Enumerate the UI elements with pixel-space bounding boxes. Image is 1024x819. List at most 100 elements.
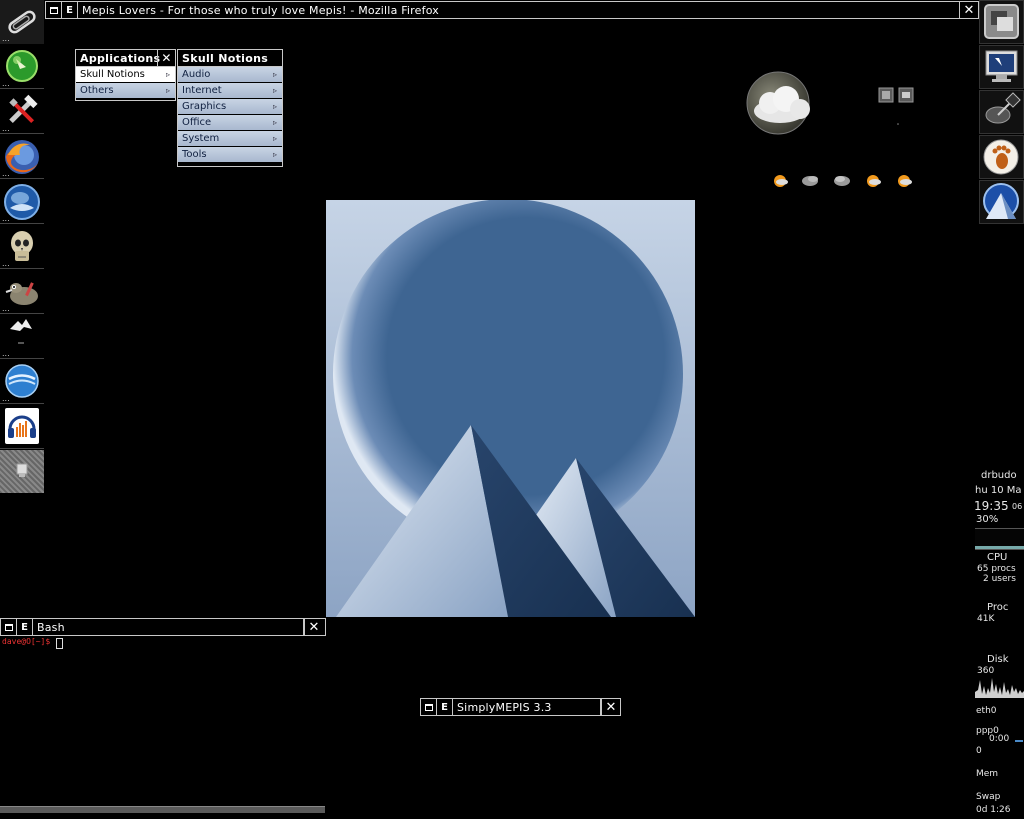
simplymepis-titlebar[interactable]: E SimplyMEPIS 3.3 ✕	[420, 698, 621, 716]
menu-item-tools[interactable]: Tools ▹	[178, 147, 282, 163]
submenu-arrow-icon: ▹	[272, 70, 277, 79]
dock-monitor[interactable]	[979, 45, 1024, 89]
dock-dots: ...	[2, 214, 10, 223]
window-menu-button[interactable]: E	[62, 2, 78, 18]
close-menu-button[interactable]: ✕	[157, 50, 175, 66]
bottom-scrollbar[interactable]	[0, 806, 325, 813]
dock-bird[interactable]: ...	[0, 315, 44, 359]
dock-dots: ...	[2, 304, 10, 313]
weather-mini-buttons[interactable]	[878, 87, 914, 103]
dock-dots: ...	[2, 124, 10, 133]
menu-item-graphics[interactable]: Graphics ▹	[178, 99, 282, 115]
dock-workspace[interactable]	[979, 0, 1024, 44]
menu-item-others[interactable]: Others ▹	[76, 83, 175, 99]
dock-audacity[interactable]	[0, 405, 44, 449]
submenu-arrow-icon: ▹	[272, 118, 277, 127]
menu-item-office[interactable]: Office ▹	[178, 115, 282, 131]
gk-seconds: 06	[1012, 502, 1023, 511]
gk-battery-graph	[975, 528, 1024, 550]
gk-proc-value: 41K	[977, 614, 995, 624]
dock-dots: ...	[2, 79, 10, 88]
satellite-icon	[985, 92, 1021, 124]
skull-notions-menu-title: Skull Notions	[178, 50, 282, 67]
dock-green-globe[interactable]: ...	[0, 45, 44, 89]
close-button[interactable]: ✕	[959, 2, 978, 18]
window-title: SimplyMEPIS 3.3	[453, 699, 601, 715]
bash-titlebar[interactable]: E Bash ✕	[0, 618, 326, 636]
dock-dots: ...	[2, 34, 10, 43]
minimize-button[interactable]	[421, 699, 437, 715]
close-button[interactable]: ✕	[304, 619, 323, 635]
submenu-arrow-icon: ▹	[272, 134, 277, 143]
cloudy-moon-icon	[746, 71, 810, 135]
gk-ppp-time: 0:00	[989, 734, 1010, 744]
dock-satellite[interactable]	[979, 90, 1024, 134]
gk-uptime: 0d 1:26	[976, 805, 1011, 815]
left-dock: ... ... ... ... ... ... ... ... ...	[0, 0, 45, 495]
gk-ppp-led	[1015, 740, 1023, 742]
menu-item-system[interactable]: System ▹	[178, 131, 282, 147]
submenu-arrow-icon: ▹	[165, 70, 170, 79]
dock-mepis[interactable]	[979, 180, 1024, 224]
gk-users: 2 users	[983, 574, 1016, 584]
gk-ppp-value: 0	[976, 746, 982, 756]
minimize-button[interactable]	[1, 619, 17, 635]
monitor-icon	[985, 50, 1018, 82]
dock-openoffice[interactable]: ...	[0, 360, 44, 404]
dock-thunderbird[interactable]: ...	[0, 180, 44, 224]
dock-clip[interactable]	[0, 450, 44, 493]
clip-icon	[16, 463, 28, 477]
window-icon	[49, 6, 58, 14]
dock-skull[interactable]: ...	[0, 225, 44, 269]
workspace-icon	[984, 4, 1019, 39]
submenu-arrow-icon: ▹	[272, 150, 277, 159]
close-button[interactable]: ✕	[601, 699, 620, 715]
gk-eth-label: eth0	[976, 706, 997, 716]
gk-battery: 30%	[976, 514, 999, 525]
submenu-arrow-icon: ▹	[272, 86, 277, 95]
menu-item-internet[interactable]: Internet ▹	[178, 83, 282, 99]
mepis-icon	[983, 183, 1019, 219]
audacity-icon	[5, 408, 39, 444]
dock-dots: ...	[2, 169, 10, 178]
gk-swap-label: Swap	[976, 792, 1001, 802]
window-icon	[424, 703, 433, 711]
dock-gnome-foot[interactable]	[979, 135, 1024, 179]
gk-cpu-label: CPU	[987, 552, 1008, 563]
skull-notions-menu: Skull Notions Audio ▹ Internet ▹ Graphic…	[177, 49, 283, 167]
gk-proc-label: Proc	[987, 602, 1009, 613]
terminal-cursor[interactable]	[56, 638, 63, 649]
gk-hostname: drbudo	[981, 470, 1017, 481]
dock-dots: ...	[2, 259, 10, 268]
applications-menu-title: Applications ✕	[76, 50, 175, 67]
dock-tools[interactable]: ...	[0, 90, 44, 134]
menu-item-audio[interactable]: Audio ▹	[178, 67, 282, 83]
gk-date: hu 10 Ma	[975, 485, 1022, 496]
dock-firefox[interactable]: ...	[0, 135, 44, 179]
window-title: Bash	[33, 619, 304, 635]
weather-widget	[746, 71, 914, 187]
gnome-foot-icon	[983, 139, 1019, 175]
dock-dots: ...	[2, 394, 10, 403]
window-icon	[4, 623, 13, 631]
applications-menu: Applications ✕ Skull Notions ▹ Others ▹	[75, 49, 176, 101]
dock-dots: ...	[2, 349, 10, 358]
submenu-arrow-icon: ▹	[272, 102, 277, 111]
minimize-button[interactable]	[46, 2, 62, 18]
firefox-titlebar[interactable]: E Mepis Lovers - For those who truly lov…	[45, 1, 979, 19]
mepis-wallpaper-image	[326, 200, 695, 617]
window-menu-button[interactable]: E	[437, 699, 453, 715]
terminal-prompt: dave@O[~]$	[2, 637, 51, 646]
gkrellm-monitor: drbudo hu 10 Ma 19:35 06 30% CPU 65 proc…	[973, 468, 1024, 819]
window-title: Mepis Lovers - For those who truly love …	[82, 3, 440, 17]
dock-paperclip[interactable]: ...	[0, 0, 44, 44]
dock-gimp[interactable]: ...	[0, 270, 44, 314]
submenu-arrow-icon: ▹	[165, 86, 170, 95]
menu-item-skull-notions[interactable]: Skull Notions ▹	[76, 67, 175, 83]
forecast-icons	[774, 175, 912, 187]
gk-mem-label: Mem	[976, 769, 999, 779]
window-menu-button[interactable]: E	[17, 619, 33, 635]
gk-disk-label: Disk	[987, 654, 1009, 665]
gk-disk-graph	[975, 678, 1024, 698]
gk-procs: 65 procs	[977, 564, 1016, 574]
